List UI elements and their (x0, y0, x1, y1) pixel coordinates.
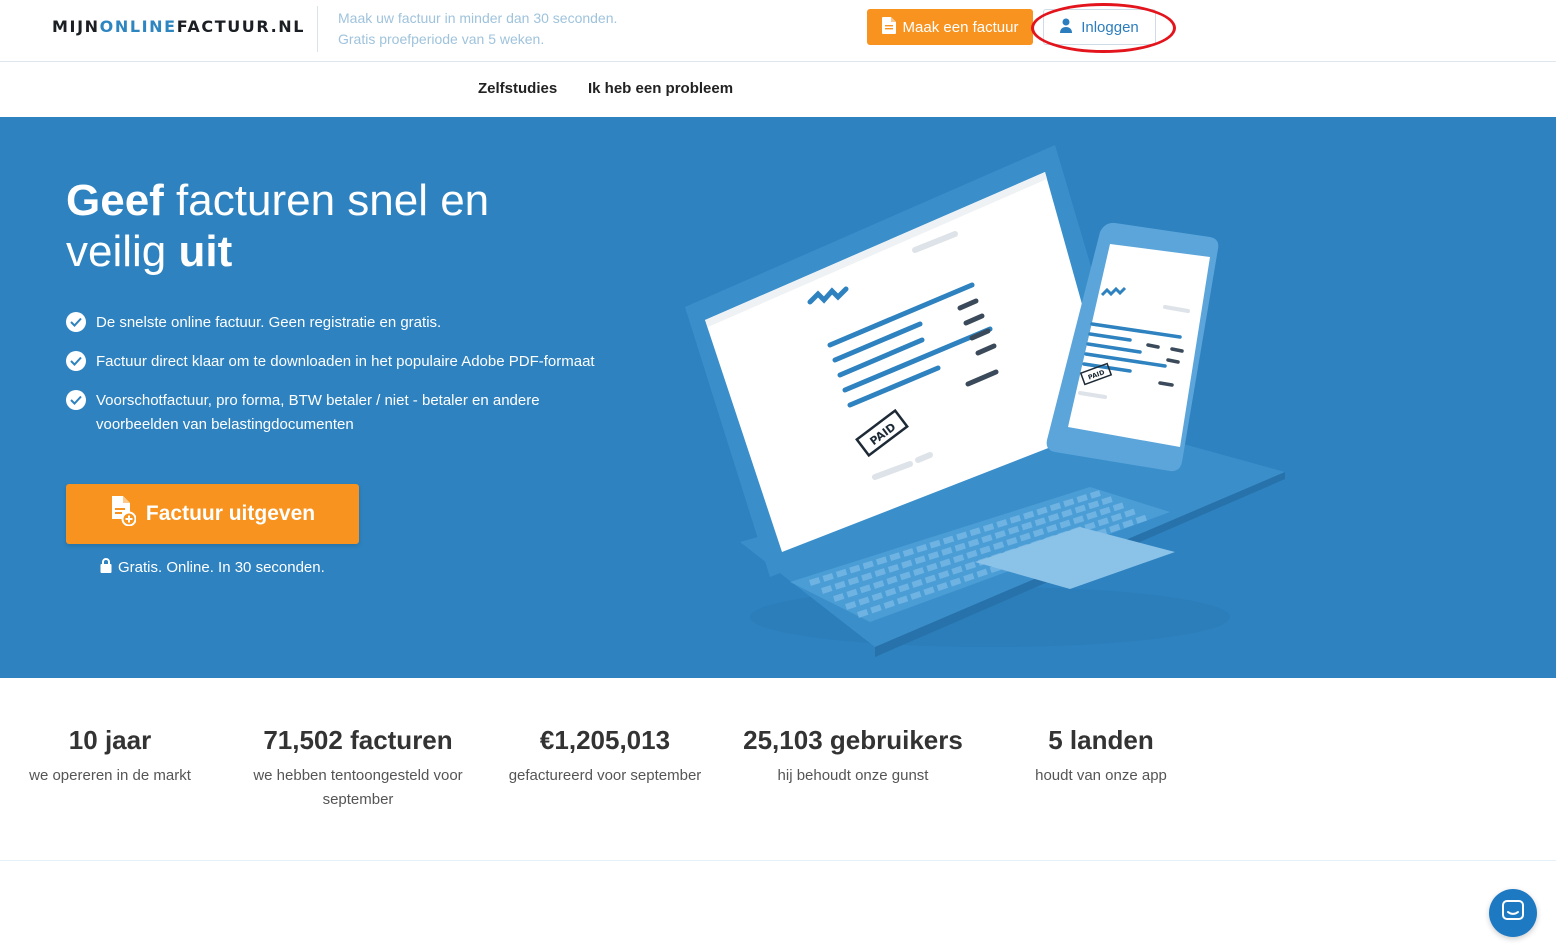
header-tagline: Maak uw factuur in minder dan 30 seconde… (338, 8, 617, 50)
cta-note-text: Gratis. Online. In 30 seconden. (118, 559, 325, 576)
check-circle-icon (66, 351, 86, 371)
hero-title: Geef facturen snel en veilig uit (66, 175, 586, 277)
stat-invoices: 71,502 facturen we hebben tentoongesteld… (247, 725, 469, 812)
logo-text-3: FACTUUR.NL (176, 17, 306, 36)
feature-item: De snelste online factuur. Geen registra… (66, 311, 626, 335)
site-logo[interactable]: MIJNONLINEFACTUUR.NL (52, 17, 305, 36)
stats-section: 10 jaar we opereren in de markt 71,502 f… (0, 678, 1556, 861)
logo-text-1: MIJN (52, 17, 100, 36)
check-circle-icon (66, 312, 86, 332)
user-icon (1060, 18, 1073, 37)
chat-button[interactable] (1489, 889, 1537, 937)
stat-label: gefactureerd voor september (508, 767, 702, 784)
tagline-line-1: Maak uw factuur in minder dan 30 seconde… (338, 10, 618, 26)
check-circle-icon (66, 390, 86, 410)
feature-list: De snelste online factuur. Geen registra… (66, 311, 626, 452)
stat-label: we hebben tentoongesteld voor september (253, 767, 463, 808)
stat-value: 10 jaar (68, 725, 152, 755)
stat-invoiced-amount: €1,205,013 gefactureerd voor september (500, 725, 710, 788)
hero-title-bold-2: uit (178, 227, 233, 276)
issue-invoice-label: Factuur uitgeven (145, 502, 316, 525)
header-divider (317, 6, 318, 52)
stat-countries: 5 landen houdt van onze app (1016, 725, 1186, 788)
stat-value: 5 landen (1048, 725, 1154, 755)
site-header: MIJNONLINEFACTUUR.NL Maak uw factuur in … (0, 0, 1556, 62)
sub-navigation: Zelfstudies Ik heb een probleem (0, 62, 1556, 117)
feature-item: Factuur direct klaar om te downloaden in… (66, 350, 626, 374)
document-add-icon (110, 496, 137, 532)
make-invoice-button[interactable]: Maak een factuur (867, 9, 1033, 45)
stat-users: 25,103 gebruikers hij behoudt onze gunst (733, 725, 973, 788)
nav-item-problem[interactable]: Ik heb een probleem (588, 80, 733, 97)
login-button[interactable]: Inloggen (1043, 9, 1156, 45)
logo-text-2: ONLINE (99, 17, 177, 36)
issue-invoice-button[interactable]: Factuur uitgeven (66, 484, 359, 544)
laptop-phone-illustration: PAID PAID (685, 145, 1285, 657)
login-label: Inloggen (1081, 18, 1139, 36)
feature-text: Voorschotfactuur, pro forma, BTW betaler… (96, 392, 540, 433)
feature-text: Factuur direct klaar om te downloaden in… (96, 353, 595, 370)
stat-value: €1,205,013 (539, 725, 671, 755)
nav-item-zelfstudies[interactable]: Zelfstudies (478, 80, 557, 97)
chat-icon (1502, 899, 1524, 927)
feature-text: De snelste online factuur. Geen registra… (96, 314, 442, 331)
stat-years: 10 jaar we opereren in de markt (20, 725, 200, 788)
stat-value: 71,502 facturen (263, 725, 453, 755)
lock-icon (100, 558, 112, 577)
document-icon (881, 16, 896, 38)
hero-title-bold-1: Geef (66, 176, 164, 225)
stat-label: houdt van onze app (1035, 767, 1167, 784)
stat-label: we opereren in de markt (29, 767, 191, 784)
cta-note: Gratis. Online. In 30 seconden. (100, 558, 325, 577)
stat-value: 25,103 gebruikers (743, 725, 963, 755)
hero-section: Geef facturen snel en veilig uit De snel… (0, 117, 1556, 678)
tagline-line-2: Gratis proefperiode van 5 weken. (338, 31, 545, 47)
make-invoice-label: Maak een factuur (902, 18, 1019, 36)
feature-item: Voorschotfactuur, pro forma, BTW betaler… (66, 389, 626, 437)
stat-label: hij behoudt onze gunst (777, 767, 929, 784)
